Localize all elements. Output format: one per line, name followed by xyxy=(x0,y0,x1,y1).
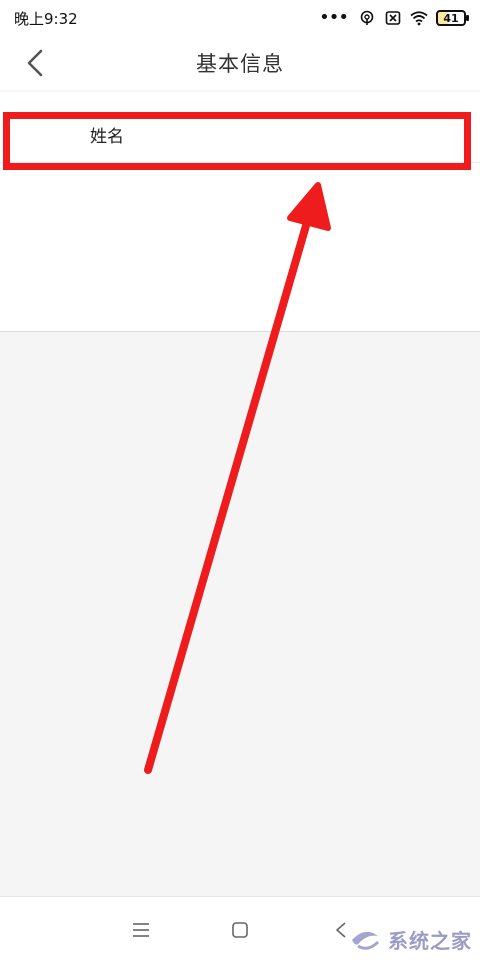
watermark-text: 系统之家 xyxy=(388,928,472,953)
status-icons: ••• 41 xyxy=(319,7,469,28)
navigation-bar: 系统之家 xyxy=(0,896,480,960)
wifi-icon xyxy=(410,9,428,27)
status-bar: 晚上9:32 ••• 41 xyxy=(0,0,480,36)
sim-off-icon xyxy=(384,9,402,27)
hotspot-icon xyxy=(358,9,376,27)
battery-level: 41 xyxy=(443,11,459,25)
info-card: 姓名 xyxy=(0,92,480,332)
row-divider xyxy=(0,162,480,163)
home-button[interactable] xyxy=(225,915,255,945)
signal-dots-icon: ••• xyxy=(319,7,349,28)
name-label: 姓名 xyxy=(90,126,124,147)
status-time: 晚上9:32 xyxy=(14,9,78,28)
name-field-row[interactable]: 姓名 xyxy=(0,110,480,158)
menu-icon xyxy=(133,923,149,937)
back-button[interactable] xyxy=(18,46,52,80)
battery-icon: 41 xyxy=(436,10,469,26)
chevron-left-icon xyxy=(27,49,43,77)
watermark: 系统之家 xyxy=(348,924,472,954)
menu-button[interactable] xyxy=(126,915,156,945)
page-header: 基本信息 xyxy=(0,36,480,90)
page-title: 基本信息 xyxy=(196,52,284,76)
watermark-logo-icon xyxy=(352,931,380,950)
home-icon xyxy=(232,922,248,938)
